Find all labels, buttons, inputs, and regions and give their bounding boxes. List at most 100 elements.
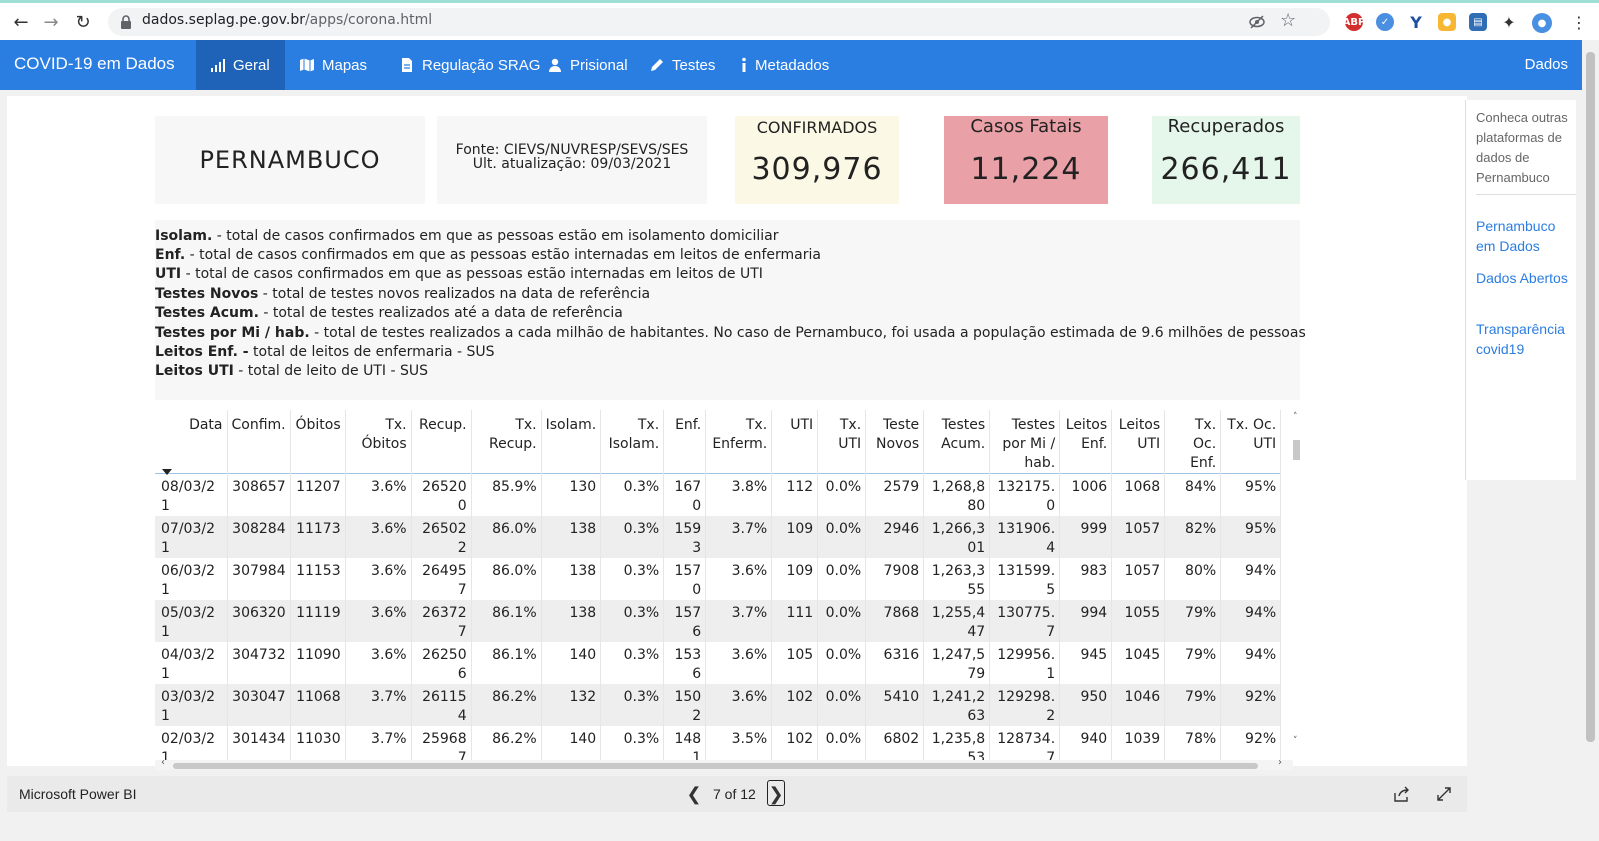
column-header[interactable]: UTI — [771, 410, 819, 474]
data-table-container[interactable]: Data Confim. Óbitos Tx. Óbitos Recup. Tx. Rec… — [155, 410, 1293, 766]
legend-term: Testes Novos — [155, 286, 259, 302]
map-icon — [300, 58, 314, 72]
column-header[interactable]: Leitos UTI — [1111, 410, 1166, 474]
nav-label: Metadados — [755, 56, 830, 74]
column-header[interactable]: Tx. UTI — [817, 410, 867, 474]
scroll-left-icon[interactable]: ‹ — [161, 757, 165, 768]
column-header[interactable]: Tx. Óbitos — [345, 410, 412, 474]
scroll-right-icon[interactable]: › — [1278, 757, 1282, 768]
puzzle-icon[interactable]: ✦ — [1500, 13, 1518, 32]
legend-desc: - total de casos confirmados em que as p… — [212, 228, 779, 244]
powerbi-brand[interactable]: Microsoft Power BI — [19, 786, 136, 802]
scrollbar-thumb[interactable] — [1293, 440, 1300, 460]
table-cell: 79% — [1164, 642, 1222, 684]
extension-icon[interactable]: ✓ — [1376, 13, 1394, 31]
column-header[interactable]: Testes Acum. — [923, 410, 991, 474]
table-row[interactable]: 07/03/21 308284 11173 3.6% 265022 86.0% 138 0.3… — [155, 516, 1282, 558]
nav-dados[interactable]: Dados — [1525, 56, 1568, 73]
column-header[interactable]: Tx. Oc. UTI — [1220, 410, 1282, 474]
legend-item: Enf. - total de casos confirmados em que… — [155, 247, 821, 263]
column-header[interactable]: Data — [155, 410, 228, 474]
table-cell: 1006 — [1059, 473, 1113, 516]
address-bar[interactable]: dados.seplag.pe.gov.br/apps/corona.html … — [108, 8, 1330, 36]
vpn-icon[interactable]: Y — [1407, 13, 1425, 32]
table-cell: 1057 — [1111, 516, 1166, 558]
table-cell: 79% — [1164, 600, 1222, 642]
table-cell: 1,266,301 — [923, 516, 991, 558]
scrollbar-thumb[interactable] — [173, 763, 1258, 769]
table-cell: 308657 — [227, 473, 291, 516]
forward-icon[interactable]: → — [38, 9, 64, 35]
table-cell: 1046 — [1111, 684, 1166, 726]
table-cell: 3.7% — [345, 684, 412, 726]
app-brand[interactable]: COVID-19 em Dados — [14, 54, 175, 74]
column-header[interactable]: Tx. Recup. — [471, 410, 542, 474]
table-row[interactable]: 05/03/21 306320 11119 3.6% 263727 86.1% 138 0.3… — [155, 600, 1282, 642]
table-row[interactable]: 04/03/21 304732 11090 3.6% 262506 86.1% 140 0.3… — [155, 642, 1282, 684]
legend-desc: total de leitos de enfermaria - SUS — [248, 344, 495, 360]
reader-icon[interactable]: ▤ — [1469, 13, 1487, 31]
reload-icon[interactable]: ↻ — [70, 9, 96, 35]
profile-avatar[interactable]: ● — [1532, 13, 1552, 33]
table-cell: 138 — [541, 600, 602, 642]
table-cell: 95% — [1220, 473, 1282, 516]
legend-term: Leitos UTI — [155, 363, 234, 379]
table-cell: 0.0% — [817, 642, 867, 684]
link-dados-abertos[interactable]: Dados Abertos — [1476, 268, 1576, 288]
column-header[interactable]: Testes por Mi / hab. — [989, 410, 1061, 474]
column-header[interactable]: Tx. Enferm. — [705, 410, 773, 474]
table-cell: 79% — [1164, 684, 1222, 726]
adblock-icon[interactable]: ABP — [1343, 13, 1365, 31]
table-cell: 265200 — [411, 473, 472, 516]
scroll-up-icon[interactable]: ˄ — [1293, 412, 1298, 422]
menu-dots-icon[interactable]: ⋮ — [1566, 9, 1592, 35]
column-header[interactable]: Tx. Oc. Enf. — [1164, 410, 1222, 474]
link-pernambuco-em-dados[interactable]: Pernambuco em Dados — [1476, 216, 1576, 256]
nav-testes[interactable]: Testes — [635, 40, 729, 90]
nav-regulacao-srag[interactable]: Regulação SRAG — [385, 40, 554, 90]
link-transparencia-covid19[interactable]: Transparência covid19 — [1476, 319, 1576, 359]
table-cell: 11173 — [290, 516, 346, 558]
table-cell: 130 — [541, 473, 602, 516]
table-row[interactable]: 03/03/21 303047 11068 3.7% 261154 86.2% 132 0.3… — [155, 684, 1282, 726]
table-cell: 262506 — [411, 642, 472, 684]
column-header[interactable]: Leitos Enf. — [1059, 410, 1113, 474]
eye-off-icon[interactable] — [1248, 14, 1266, 30]
table-cell: 1,247,579 — [923, 642, 991, 684]
column-header[interactable]: Enf. — [663, 410, 707, 474]
column-header[interactable]: Confim. — [227, 410, 291, 474]
next-page-button[interactable]: ❯ — [767, 780, 785, 806]
star-icon[interactable]: ☆ — [1280, 10, 1296, 31]
table-cell: 94% — [1220, 558, 1282, 600]
nav-metadados[interactable]: Metadados — [726, 40, 843, 90]
legend-item: Leitos UTI - total de leito de UTI - SUS — [155, 363, 428, 379]
recovered-value: 266,411 — [1160, 152, 1292, 187]
app-navbar: COVID-19 em Dados Geral Mapas Regulação … — [0, 40, 1582, 90]
table-vertical-scrollbar[interactable]: ˄ ˅ — [1292, 410, 1302, 750]
page-scrollbar[interactable] — [1582, 40, 1599, 841]
nav-geral[interactable]: Geral — [196, 40, 285, 90]
column-header[interactable]: Recup. — [411, 410, 472, 474]
table-row[interactable]: 06/03/21 307984 11153 3.6% 264957 86.0% 138 0.3… — [155, 558, 1282, 600]
column-header[interactable]: Tx. Isolam. — [600, 410, 665, 474]
fullscreen-icon[interactable] — [1435, 785, 1453, 803]
column-header[interactable]: Isolam. — [541, 410, 602, 474]
nav-prisional[interactable]: Prisional — [533, 40, 642, 90]
table-cell: 945 — [1059, 642, 1113, 684]
previous-page-button[interactable]: ❮ — [683, 782, 705, 806]
scrollbar-thumb[interactable] — [1586, 52, 1595, 742]
sort-desc-icon[interactable] — [162, 469, 172, 475]
table-row[interactable]: 08/03/21 308657 11207 3.6% 265200 85.9% 130 0.3… — [155, 473, 1282, 516]
table-cell: 1576 — [663, 600, 707, 642]
table-cell: 11207 — [290, 473, 346, 516]
share-icon[interactable] — [1393, 785, 1411, 803]
column-header[interactable]: Teste Novos — [865, 410, 925, 474]
column-header[interactable]: Óbitos — [290, 410, 346, 474]
table-horizontal-scrollbar[interactable]: ‹ › — [155, 757, 1293, 770]
extension-icon[interactable]: ● — [1438, 13, 1456, 31]
back-icon[interactable]: ← — [8, 9, 34, 35]
legend-desc: - total de testes novos realizados na da… — [258, 286, 651, 302]
nav-mapas[interactable]: Mapas — [285, 40, 381, 90]
scroll-down-icon[interactable]: ˅ — [1293, 736, 1298, 746]
table-cell: 3.6% — [345, 600, 412, 642]
